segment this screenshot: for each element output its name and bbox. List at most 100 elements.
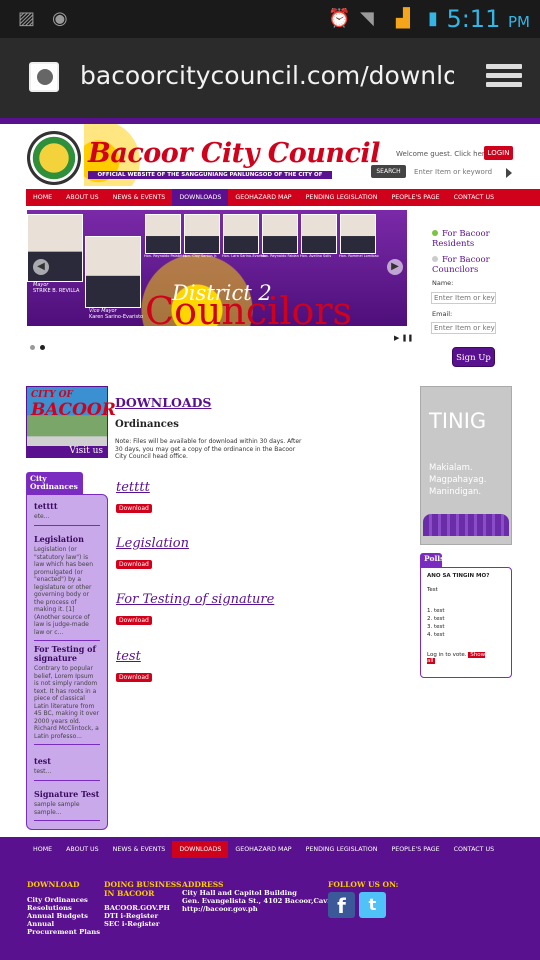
section-title: Ordinances: [115, 419, 179, 430]
download-item-title[interactable]: test: [116, 649, 152, 664]
search-input[interactable]: [410, 164, 500, 179]
slider-dots: [30, 335, 50, 354]
download-button[interactable]: Download: [116, 673, 152, 682]
main-nav: HOME ABOUT US NEWS & EVENTS DOWNLOADS GE…: [26, 189, 540, 206]
councilor-caption: Hon. Avelino Solis: [300, 254, 332, 258]
footer-nav-news-events[interactable]: NEWS & EVENTS: [106, 841, 173, 858]
footer-nav-home[interactable]: HOME: [26, 841, 59, 858]
divider: [34, 744, 100, 745]
download-button[interactable]: Download: [116, 560, 152, 569]
browser-menu-icon[interactable]: [486, 64, 522, 90]
footer-website-link[interactable]: http://bacoor.gov.ph: [182, 905, 258, 913]
ordinance-desc: test...: [34, 768, 52, 775]
slider-next-icon[interactable]: ▶: [387, 259, 403, 275]
footer-nav-contact-us[interactable]: CONTACT US: [447, 841, 501, 858]
download-item-title[interactable]: tetttt: [116, 480, 152, 495]
ordinance-item[interactable]: Signature Test sample sample sample...: [34, 790, 100, 821]
footer-link[interactable]: DTI i-Register: [104, 912, 158, 920]
ordinance-desc: sample sample sample...: [34, 801, 80, 816]
ordinance-title[interactable]: For Testing of signature: [34, 645, 100, 663]
slider-prev-icon[interactable]: ◀: [33, 259, 49, 275]
councilor-photo: [184, 214, 220, 254]
footer-nav-about-us[interactable]: ABOUT US: [59, 841, 106, 858]
name-field[interactable]: [431, 292, 496, 304]
facebook-icon[interactable]: f: [328, 892, 355, 918]
tinig-title: TINIG: [429, 409, 487, 433]
divider: [34, 820, 100, 821]
footer-link[interactable]: Annual Procurement Plans: [27, 920, 101, 936]
ordinance-item[interactable]: tetttt ete...: [34, 502, 100, 526]
footer-nav-downloads[interactable]: DOWNLOADS: [172, 841, 229, 858]
ordinance-item[interactable]: test test...: [34, 757, 100, 781]
poll-option[interactable]: 4. test: [427, 632, 445, 638]
nav-peoples-page[interactable]: PEOPLE'S PAGE: [384, 189, 446, 206]
footer-address-line: City Hall and Capitol Building: [182, 889, 297, 897]
nav-news-events[interactable]: NEWS & EVENTS: [106, 189, 173, 206]
slider-play-pause-icon[interactable]: ▶ ❚❚: [394, 334, 413, 342]
city-seal-logo[interactable]: [27, 131, 81, 185]
nav-contact-us[interactable]: CONTACT US: [447, 189, 501, 206]
download-button[interactable]: Download: [116, 616, 152, 625]
visit-bacoor-banner[interactable]: CITY OF BACOOR Visit us: [26, 386, 116, 458]
poll-option[interactable]: 3. test: [427, 624, 445, 630]
councilor-caption: Hon. Reynaldo Fabian: [261, 254, 299, 258]
ordinance-title[interactable]: tetttt: [34, 502, 100, 511]
download-item-title[interactable]: Legislation: [116, 536, 189, 551]
banner-councilors: Councilors: [145, 289, 353, 333]
tinig-line: Makialam.: [429, 463, 473, 473]
divider: [34, 524, 100, 526]
footer-link[interactable]: SEC i-Register: [104, 920, 159, 928]
nav-home[interactable]: HOME: [26, 189, 59, 206]
footer-link[interactable]: Annual Budgets: [27, 912, 88, 920]
link-for-councilors[interactable]: For Bacoor Councilors: [432, 255, 502, 275]
search-button[interactable]: SEARCH: [371, 165, 406, 178]
email-field[interactable]: [431, 322, 496, 334]
tinig-banner[interactable]: TINIG Makialam. Magpahayag. Manindigan.: [420, 386, 512, 545]
site-tagline: OFFICIAL WEBSITE OF THE SANGGUNIANG PANL…: [88, 171, 332, 186]
poll-option[interactable]: 1. test: [427, 608, 445, 614]
download-item: For Testing of signature Download: [116, 592, 274, 626]
url-field[interactable]: bacoorcitycouncil.com/downlo: [80, 61, 454, 90]
slider-dot-active[interactable]: [40, 345, 45, 350]
link-for-residents[interactable]: For Bacoor Residents: [432, 229, 502, 249]
footer-link[interactable]: City Ordinances: [27, 896, 88, 904]
poll-subject: Test: [427, 587, 438, 593]
sign-up-button[interactable]: Sign Up: [452, 347, 495, 367]
footer-address-line: Gen. Evangelista St., 4102 Bacoor,Cavite: [182, 897, 338, 905]
download-button[interactable]: Download: [116, 504, 152, 513]
site-brand[interactable]: Bacoor City Council: [88, 138, 380, 169]
councilor-caption: Hon. Reynaldo Palabrica: [144, 254, 187, 258]
vice-mayor-name: Karen Sarino-Evaristo: [89, 314, 144, 320]
ordinance-item[interactable]: For Testing of signature Contrary to pop…: [34, 645, 100, 745]
vice-mayor-photo: [85, 236, 141, 308]
footer-link[interactable]: BACOOR.GOV.PH: [104, 904, 170, 912]
nav-about-us[interactable]: ABOUT US: [59, 189, 106, 206]
nav-downloads[interactable]: DOWNLOADS: [172, 189, 229, 206]
ordinance-item[interactable]: Legislation Legislation (or "statutory l…: [34, 535, 100, 641]
ordinance-desc: Contrary to popular belief, Lorem Ipsum …: [34, 665, 100, 740]
footer-nav-pending-legislation[interactable]: PENDING LEGISLATION: [299, 841, 385, 858]
bullet-icon: [432, 230, 438, 236]
site-favicon-icon[interactable]: [29, 62, 59, 92]
download-item: Legislation Download: [116, 536, 189, 570]
footer-nav-geohazard-map[interactable]: GEOHAZARD MAP: [228, 841, 298, 858]
download-item-title[interactable]: For Testing of signature: [116, 592, 274, 607]
slider-dot[interactable]: [30, 345, 35, 350]
ordinance-title[interactable]: Legislation: [34, 535, 100, 544]
poll-option[interactable]: 2. test: [427, 616, 445, 622]
nav-pending-legislation[interactable]: PENDING LEGISLATION: [299, 189, 385, 206]
footer-address-heading: ADDRESS: [182, 880, 224, 889]
twitter-icon[interactable]: t: [359, 892, 386, 918]
footer-nav-peoples-page[interactable]: PEOPLE'S PAGE: [384, 841, 446, 858]
ordinance-title[interactable]: test: [34, 757, 100, 766]
browser-url-bar: bacoorcitycouncil.com/downlo: [0, 38, 540, 118]
city-ordinances-tab[interactable]: City Ordinances: [26, 472, 83, 494]
visit-us-label: Visit us: [27, 446, 107, 457]
ordinance-title[interactable]: Signature Test: [34, 790, 100, 799]
councilor-photo: [223, 214, 259, 254]
footer-link[interactable]: Resolutions: [27, 904, 72, 912]
nav-geohazard-map[interactable]: GEOHAZARD MAP: [228, 189, 298, 206]
login-button[interactable]: LOGIN: [484, 146, 513, 160]
polls-tab[interactable]: Polls: [420, 553, 444, 567]
search-go-icon[interactable]: [506, 168, 512, 178]
